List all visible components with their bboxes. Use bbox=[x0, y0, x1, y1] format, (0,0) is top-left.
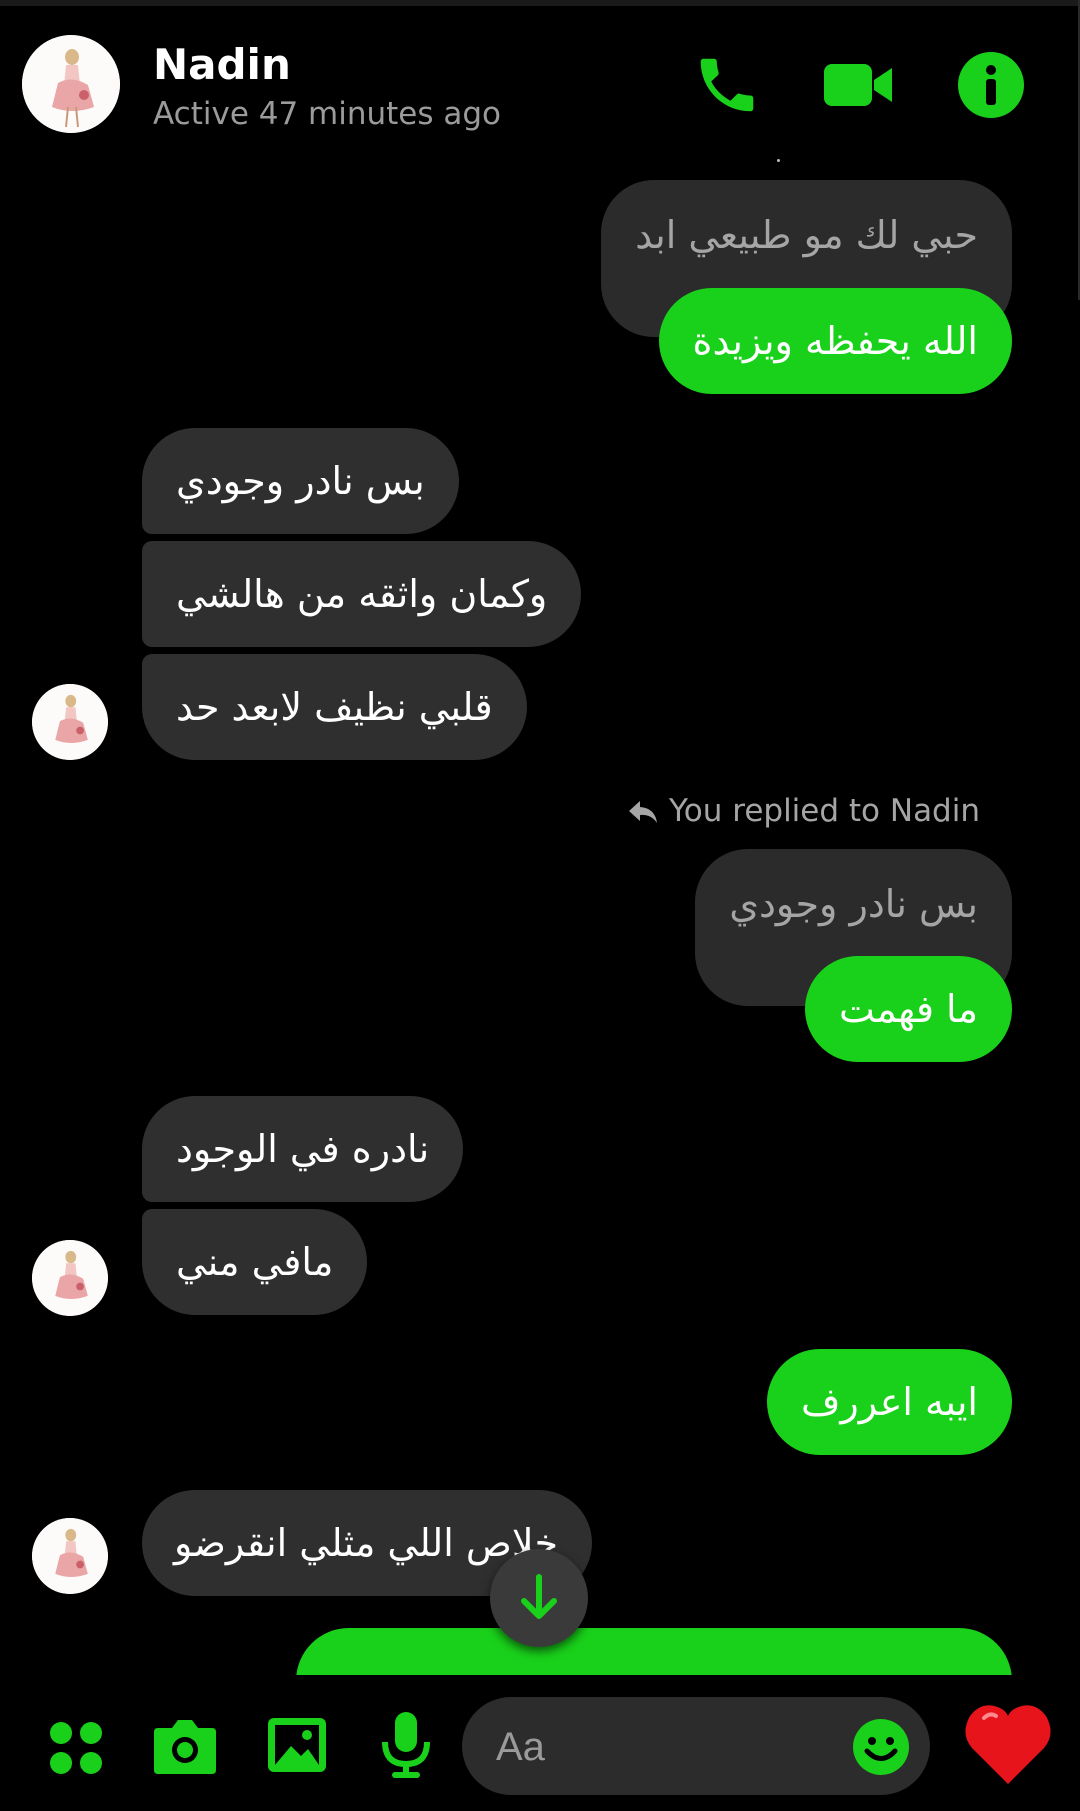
reply-icon bbox=[628, 801, 657, 823]
incoming-message[interactable]: وكمان واثقه من هالشي bbox=[142, 541, 582, 647]
sender-avatar[interactable] bbox=[32, 684, 108, 760]
emoji-icon[interactable] bbox=[852, 1718, 910, 1780]
camera-icon[interactable] bbox=[152, 1714, 218, 1780]
sender-avatar[interactable] bbox=[32, 1240, 108, 1316]
message-input-container[interactable] bbox=[462, 1697, 930, 1797]
info-icon[interactable] bbox=[956, 50, 1026, 120]
scroll-to-bottom-button[interactable] bbox=[490, 1549, 588, 1647]
contact-avatar[interactable] bbox=[22, 35, 120, 133]
chat-screen: Nadin Active 47 minutes ago حبي لك مو طب… bbox=[0, 0, 1080, 1811]
gallery-icon[interactable] bbox=[266, 1714, 328, 1780]
message-input[interactable] bbox=[494, 1697, 818, 1797]
outgoing-message[interactable]: ما فهمت bbox=[805, 956, 1012, 1062]
incoming-message[interactable]: بس نادر وجودي bbox=[142, 428, 459, 534]
sender-avatar[interactable] bbox=[32, 1518, 108, 1594]
reply-note-text: You replied to Nadin bbox=[668, 793, 980, 829]
outgoing-message[interactable]: ايبه اعررف bbox=[767, 1349, 1012, 1455]
apps-icon[interactable] bbox=[48, 1720, 104, 1780]
incoming-message[interactable]: نادره في الوجود bbox=[142, 1096, 464, 1202]
contact-status: Active 47 minutes ago bbox=[153, 96, 502, 132]
outgoing-message[interactable]: الله يحفظه ويزيدة bbox=[658, 288, 1012, 394]
phone-icon[interactable] bbox=[692, 50, 762, 120]
incoming-message[interactable]: قلبي نظيف لابعد حد bbox=[142, 654, 527, 760]
arrow-down-icon bbox=[521, 1574, 557, 1619]
reply-indicator: You replied to Nadin bbox=[627, 793, 980, 829]
contact-name[interactable]: Nadin bbox=[153, 40, 291, 89]
heart-icon[interactable] bbox=[964, 1700, 1052, 1790]
video-icon[interactable] bbox=[822, 50, 896, 120]
top-divider bbox=[0, 0, 1080, 6]
decoration-dot bbox=[777, 159, 780, 162]
incoming-message[interactable]: مافي مني bbox=[142, 1209, 368, 1315]
microphone-icon[interactable] bbox=[380, 1710, 432, 1784]
